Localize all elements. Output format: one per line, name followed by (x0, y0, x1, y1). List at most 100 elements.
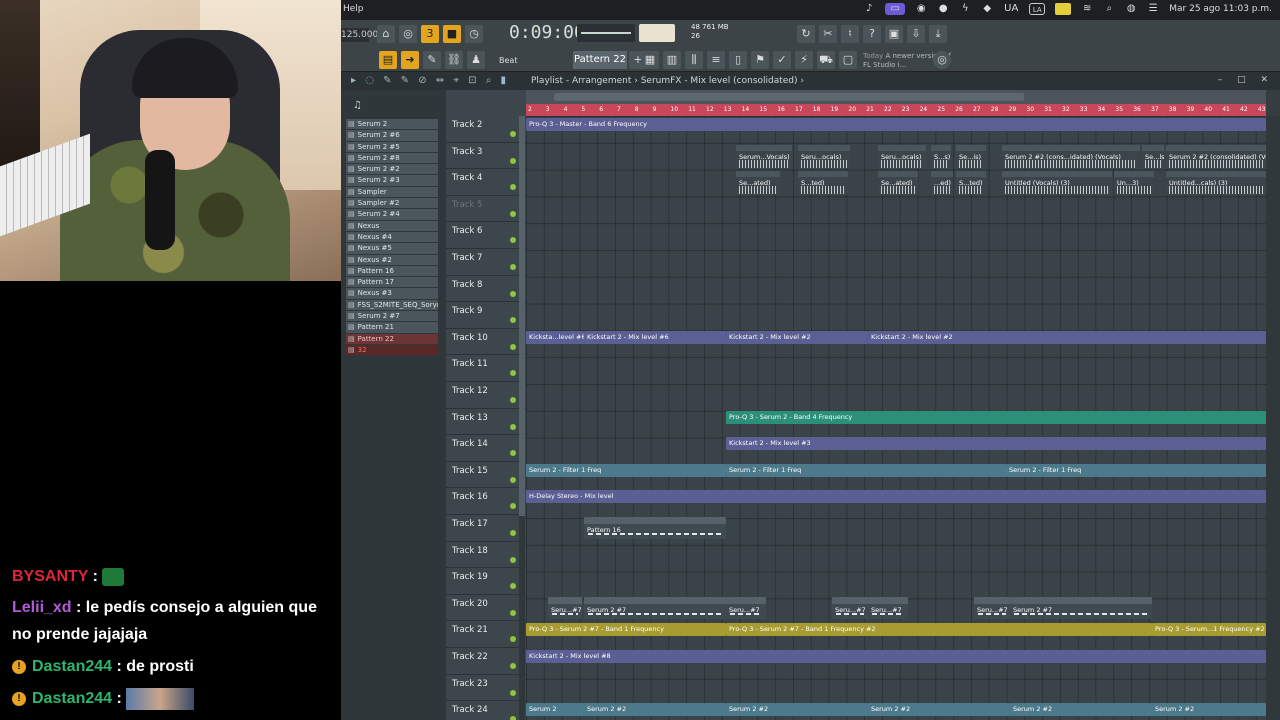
playlist-clip[interactable]: S...s) (931, 144, 951, 169)
song-position[interactable]: 0:09:00 (509, 22, 585, 44)
track-header[interactable]: Track 14 (446, 435, 526, 462)
track-header[interactable]: Track 5 (446, 196, 526, 223)
track-mute-led[interactable] (510, 210, 516, 217)
picker-item[interactable]: ▤ 32 (346, 344, 438, 357)
picker-item[interactable]: ▤ Serum 2 #3 (346, 175, 438, 187)
track-header[interactable]: Track 2 (446, 116, 526, 143)
track-mute-led[interactable] (510, 157, 516, 164)
track-mute-led[interactable] (510, 663, 516, 669)
playlist-clip[interactable]: Serum 2 #7 (1010, 596, 1152, 619)
playlist-clip[interactable]: Serum 2 #2 (726, 703, 868, 717)
track-mute-led[interactable] (510, 530, 516, 536)
loop-record-icon[interactable]: ◷ (465, 25, 483, 43)
playlist-clip[interactable]: Kicksta...level #6 (526, 330, 584, 344)
track-header[interactable]: Track 9 (446, 302, 526, 329)
playlist-clip[interactable]: ...ed) (931, 171, 953, 196)
track-header[interactable]: Track 8 (446, 276, 526, 303)
playlist-clip[interactable]: Pro-Q 3 - Serum 2 #7 - Band 1 Frequency … (726, 623, 1152, 637)
picker-item[interactable]: ▤ Serum 2 #7 (346, 311, 438, 323)
stream-icon[interactable]: ▭ (885, 3, 906, 15)
playlist-clip[interactable]: Pro-Q 3 - Master - Band 6 Frequency (526, 118, 1266, 131)
playlist-clip[interactable]: Serum 2 #2 (cons...idated) (Vocals) (1002, 144, 1140, 169)
language-ua[interactable]: UA (1003, 3, 1019, 15)
track-mute-led[interactable] (510, 636, 516, 643)
overview-scroll-thumb[interactable] (554, 93, 1024, 101)
siri-icon[interactable]: ◍ (1125, 3, 1137, 15)
playlist-clip[interactable]: Serum 2 #2 (868, 703, 1010, 717)
tempo-tap-icon[interactable]: ✓ (773, 51, 791, 69)
playlist-clip[interactable]: Kickstart 2 - Mix level #2 (726, 330, 868, 344)
picker-item[interactable]: ▤ Pattern 21 (346, 322, 438, 334)
playlist-tools[interactable]: ▸ ◌ ✎ ✎ ⊘ ⇔ ⌖ ⊡ ⌕ ▮ (351, 75, 509, 86)
plugin-database-icon[interactable]: ▯ (729, 51, 747, 69)
picker-item[interactable]: ▤ Nexus (346, 220, 438, 232)
draw-icon[interactable]: ✎ (423, 51, 441, 69)
track-mute-led[interactable] (510, 397, 516, 403)
playlist-clip[interactable]: Serum 2 - Filter 1 Freq (726, 463, 1006, 477)
discord-icon[interactable]: ◉ (915, 3, 927, 15)
track-mute-led[interactable] (510, 423, 516, 430)
track-mute-led[interactable] (510, 556, 516, 563)
playlist-clip[interactable]: Pro-Q 3 - Serum 2 - Band 4 Frequency (726, 410, 1266, 424)
playlist-clip[interactable]: Se...ated) (736, 171, 780, 196)
picker-item[interactable]: ▤ Sampler (346, 186, 438, 199)
picker-item[interactable]: ▤ Nexus #2 (346, 254, 438, 266)
export-icon[interactable]: ⤓ (929, 25, 947, 43)
track-mute-led[interactable] (510, 503, 516, 510)
window-controls[interactable]: – □ ✕ (1218, 75, 1274, 85)
playlist-clip[interactable]: Seru...ocals) (878, 144, 926, 169)
track-header[interactable]: Track 15 (446, 462, 526, 489)
track-mute-led[interactable] (510, 476, 516, 483)
track-mute-led[interactable] (510, 370, 516, 377)
track-mute-led[interactable] (510, 716, 516, 720)
track-mute-led[interactable] (510, 237, 516, 244)
playlist-clip[interactable]: Se...ls) (1142, 144, 1164, 169)
playlist-clip[interactable]: Kickstart 2 - Mix level #6 (584, 330, 726, 344)
playlist-clip[interactable]: Serum 2 #7 (584, 596, 726, 619)
pattern-selector[interactable]: Pattern 22 (573, 51, 627, 69)
snap-setting[interactable]: Beat (499, 56, 517, 65)
playlist-clip[interactable]: Untitled (Vocals) (3) (1002, 171, 1112, 196)
help-icon[interactable]: ? (863, 25, 881, 43)
playlist-clip[interactable]: Serum 2 (526, 703, 584, 717)
refresh-icon[interactable]: ↻ (797, 25, 815, 43)
playlist-clip[interactable]: Pattern 16 (584, 517, 726, 539)
vertical-scrollbar[interactable] (1266, 116, 1280, 720)
playlist-clip[interactable]: Pro-Q 3 - Serum...1 Frequency #2 (1152, 623, 1266, 637)
track-mute-led[interactable] (510, 290, 516, 297)
track-header[interactable]: Track 13 (446, 409, 526, 436)
playlist-clip[interactable]: Kickstart 2 - Mix level #2 (868, 330, 1266, 344)
track-header[interactable]: Track 20 (446, 595, 526, 622)
metronome-icon[interactable]: ⌂ (377, 25, 395, 43)
playlist-clip[interactable]: Un...3) (1114, 171, 1154, 196)
playlist-clip[interactable]: Serum 2 - Filter 1 Freq (526, 463, 726, 477)
track-mute-led[interactable] (510, 343, 516, 350)
playlist-clip[interactable]: Serum 2 #2 (1152, 703, 1266, 717)
piano-roll-icon[interactable]: ▥ (663, 51, 681, 69)
track-header[interactable]: Track 12 (446, 382, 526, 409)
playlist-clip[interactable]: Serum 2 #2 (584, 703, 726, 717)
track-header[interactable]: Track 21 (446, 621, 526, 648)
track-mute-led[interactable] (510, 317, 516, 324)
playlist-clip[interactable]: Seru...#7 (974, 596, 1010, 619)
flash-icon[interactable]: ϟ (959, 3, 971, 15)
track-header[interactable]: Track 19 (446, 568, 526, 595)
track-header[interactable]: Track 3 (446, 143, 526, 170)
track-header[interactable]: Track 18 (446, 542, 526, 569)
track-header[interactable]: Track 4 (446, 169, 526, 196)
spotify-icon[interactable]: ● (937, 3, 949, 15)
playlist-clip[interactable]: Serum 2 #2 (1010, 703, 1152, 717)
track-mute-led[interactable] (510, 583, 516, 590)
wait-input-icon[interactable]: ◎ (399, 25, 417, 43)
blend-notes-icon[interactable]: ■ (443, 25, 461, 43)
track-header[interactable]: Track 17 (446, 515, 526, 542)
track-mute-led[interactable] (510, 184, 516, 191)
playlist-clip[interactable]: Seru...#7 (868, 596, 908, 619)
pattern-mode-icon[interactable]: ➜ (401, 51, 419, 69)
track-header[interactable]: Track 7 (446, 249, 526, 276)
track-mute-led[interactable] (510, 450, 516, 457)
track-header[interactable]: Track 10 (446, 329, 526, 356)
playlist-clip[interactable]: Pro-Q 3 - Serum 2 #7 - Band 1 Frequency (526, 623, 726, 637)
mixer-icon[interactable]: ⫼ (685, 51, 703, 69)
picker-item[interactable]: ▤ FSS_S2MITE_SEQ_Soryn (346, 299, 438, 312)
